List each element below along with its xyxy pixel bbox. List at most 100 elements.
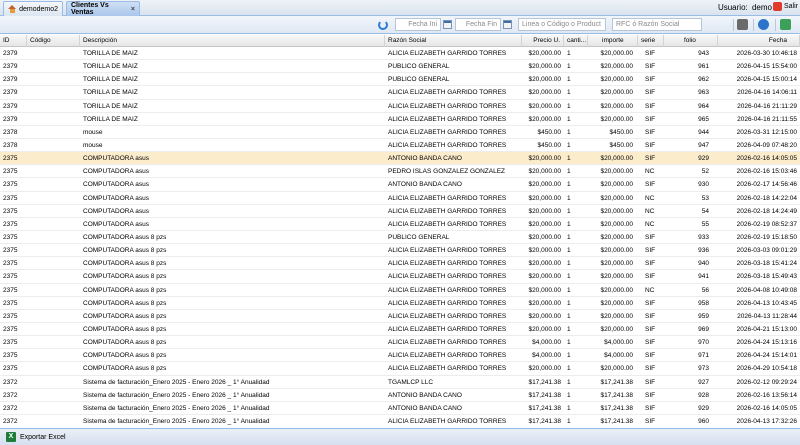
- table-row[interactable]: 2372 Sistema de facturación_Enero 2025 - …: [0, 402, 800, 415]
- table-row[interactable]: 2375 COMPUTADORA asus ALICIA ELIZABETH GAR…: [0, 192, 800, 205]
- cell-fecha: 2026-03-18 15:49:43: [736, 273, 797, 281]
- table-row[interactable]: 2375 COMPUTADORA asus ALICIA ELIZABETH GAR…: [0, 218, 800, 231]
- table-row[interactable]: 2375 COMPUTADORA asus ALICIA ELIZABETH GAR…: [0, 205, 800, 218]
- col-id-header[interactable]: ID: [0, 35, 27, 47]
- cell-fecha: 2026-04-21 15:13:00: [736, 325, 797, 333]
- col-importe-header[interactable]: importe: [588, 35, 638, 47]
- refresh-icon[interactable]: [378, 20, 388, 30]
- cell-codigo: [27, 402, 80, 415]
- close-icon[interactable]: ×: [131, 6, 135, 13]
- cell-descripcion: Sistema de facturación_Enero 2025 - Ener…: [83, 391, 270, 399]
- col-precio-header[interactable]: Precio U.: [522, 35, 564, 47]
- table-row[interactable]: 2379 TORILLA DE MAIZ ALICIA ELIZABETH GARR…: [0, 47, 800, 61]
- tab-clientes-vs-ventas[interactable]: Clientes Vs Ventas ×: [66, 1, 140, 16]
- col-serie-header[interactable]: serie: [638, 35, 664, 47]
- cell-serie: SIF: [645, 339, 656, 347]
- cell-importe: $17,241.38: [600, 404, 633, 412]
- table-row[interactable]: 2379 TORILLA DE MAIZ PUBLICO GENERAL $20,00…: [0, 73, 800, 87]
- cell-cantidad: 1: [567, 260, 571, 268]
- cell-serie: SIF: [645, 89, 656, 97]
- table-row[interactable]: 2372 Sistema de facturación_Enero 2025 - …: [0, 415, 800, 427]
- table-row[interactable]: 2375 COMPUTADORA asus 8 pzs ALICIA ELIZABE…: [0, 257, 800, 271]
- cell-folio: 969: [698, 325, 709, 333]
- cell-precio: $20,000.00: [528, 102, 561, 110]
- cell-razon-social: ALICIA ELIZABETH GARRIDO TORRES: [388, 417, 507, 425]
- cell-serie: SIF: [645, 378, 656, 386]
- table-row[interactable]: 2379 TORILLA DE MAIZ ALICIA ELIZABETH GARR…: [0, 100, 800, 113]
- cell-id: 2372: [3, 391, 18, 399]
- fecha-fin-input[interactable]: Fecha Fin: [455, 18, 501, 31]
- tab-active-label: Clientes Vs Ventas: [71, 2, 109, 16]
- table-row[interactable]: 2375 COMPUTADORA asus ANTONIO BANDA CANO $2…: [0, 152, 800, 166]
- cell-descripcion: COMPUTADORA asus: [83, 181, 149, 189]
- table-row[interactable]: 2379 TORILLA DE MAIZ PUBLICO GENERAL $20,00…: [0, 60, 800, 74]
- product-search-input[interactable]: Linea o Código o Product: [518, 18, 606, 31]
- toolbar-separator: [753, 19, 754, 31]
- table-row[interactable]: 2372 Sistema de facturación_Enero 2025 - …: [0, 389, 800, 402]
- cell-id: 2372: [3, 378, 18, 386]
- cell-cantidad: 1: [567, 325, 571, 333]
- cell-codigo: [27, 323, 80, 336]
- tab-home[interactable]: demodemo2: [3, 1, 63, 16]
- cell-importe: $20,000.00: [600, 155, 633, 163]
- exit-button[interactable]: Salir: [772, 2, 798, 11]
- reload-icon[interactable]: [780, 19, 791, 30]
- cell-id: 2375: [3, 181, 18, 189]
- rfc-search-input[interactable]: RFC ó Razón Social: [612, 18, 702, 31]
- col-folio-header[interactable]: folio: [664, 35, 718, 47]
- cell-fecha: 2026-04-24 15:13:16: [736, 339, 797, 347]
- col-fecha-header[interactable]: Fecha: [718, 35, 800, 47]
- cell-precio: $20,000.00: [528, 365, 561, 373]
- table-row[interactable]: 2375 COMPUTADORA asus 8 pzs ALICIA ELIZABE…: [0, 323, 800, 337]
- info-icon[interactable]: [758, 19, 769, 30]
- table-row[interactable]: 2375 COMPUTADORA asus 8 pzs ALICIA ELIZABE…: [0, 349, 800, 363]
- cell-serie: NC: [645, 286, 655, 294]
- print-icon[interactable]: [737, 19, 748, 30]
- cell-cantidad: 1: [567, 155, 571, 163]
- col-razon-social-header[interactable]: Razón Social: [385, 35, 522, 47]
- export-excel-button[interactable]: X Exportar Excel: [6, 432, 66, 442]
- table-row[interactable]: 2378 mouse ALICIA ELIZABETH GARRIDO TORRES…: [0, 126, 800, 139]
- cell-folio: 941: [698, 273, 709, 281]
- table-row[interactable]: 2375 COMPUTADORA asus 8 pzs ALICIA ELIZABE…: [0, 244, 800, 258]
- tab-bar: demodemo2 Clientes Vs Ventas × Usuario: …: [0, 0, 800, 16]
- cell-id: 2375: [3, 168, 18, 176]
- table-row[interactable]: 2375 COMPUTADORA asus PEDRO ISLAS GONZALEZ…: [0, 165, 800, 179]
- table-row[interactable]: 2375 COMPUTADORA asus 8 pzs ALICIA ELIZABE…: [0, 310, 800, 323]
- cell-descripcion: COMPUTADORA asus: [83, 207, 149, 215]
- table-row[interactable]: 2375 COMPUTADORA asus 8 pzs ALICIA ELIZABE…: [0, 284, 800, 297]
- cell-id: 2375: [3, 325, 18, 333]
- cell-serie: SIF: [645, 50, 656, 57]
- cell-precio: $20,000.00: [528, 325, 561, 333]
- cell-serie: SIF: [645, 273, 656, 281]
- table-row[interactable]: 2375 COMPUTADORA asus 8 pzs ALICIA ELIZABE…: [0, 336, 800, 350]
- calendar-icon[interactable]: [443, 20, 452, 29]
- cell-serie: SIF: [645, 404, 656, 412]
- cell-razon-social: PUBLICO GENERAL: [388, 76, 450, 84]
- cell-razon-social: ANTONIO BANDA CANO: [388, 404, 462, 412]
- table-row[interactable]: 2379 TORILLA DE MAIZ ALICIA ELIZABETH GARR…: [0, 113, 800, 126]
- cell-importe: $20,000.00: [600, 260, 633, 268]
- fecha-ini-input[interactable]: Fecha Ini: [395, 18, 441, 31]
- cell-serie: SIF: [645, 141, 656, 149]
- table-row[interactable]: 2372 Sistema de facturación_Enero 2025 - …: [0, 376, 800, 389]
- cell-importe: $20,000.00: [600, 115, 633, 123]
- table-row[interactable]: 2378 mouse ALICIA ELIZABETH GARRIDO TORRES…: [0, 139, 800, 153]
- calendar-icon[interactable]: [503, 20, 512, 29]
- table-row[interactable]: 2379 TORILLA DE MAIZ ALICIA ELIZABETH GARR…: [0, 86, 800, 100]
- cell-id: 2378: [3, 141, 18, 149]
- cell-cantidad: 1: [567, 181, 571, 189]
- table-row[interactable]: 2375 COMPUTADORA asus ANTONIO BANDA CANO $2…: [0, 178, 800, 192]
- col-cantidad-header[interactable]: canti...: [564, 35, 588, 47]
- table-row[interactable]: 2375 COMPUTADORA asus 8 pzs PUBLICO GENERA…: [0, 231, 800, 245]
- table-row[interactable]: 2375 COMPUTADORA asus 8 pzs ALICIA ELIZABE…: [0, 270, 800, 284]
- col-codigo-header[interactable]: Código: [27, 35, 80, 47]
- cell-codigo: [27, 389, 80, 402]
- table-row[interactable]: 2375 COMPUTADORA asus 8 pzs ALICIA ELIZABE…: [0, 362, 800, 376]
- cell-importe: $20,000.00: [600, 286, 633, 294]
- cell-fecha: 2026-02-16 13:56:14: [736, 391, 797, 399]
- cell-folio: 947: [698, 141, 709, 149]
- col-descripcion-header[interactable]: Descripción: [80, 35, 385, 47]
- cell-id: 2375: [3, 207, 18, 215]
- table-row[interactable]: 2375 COMPUTADORA asus 8 pzs ALICIA ELIZABE…: [0, 297, 800, 310]
